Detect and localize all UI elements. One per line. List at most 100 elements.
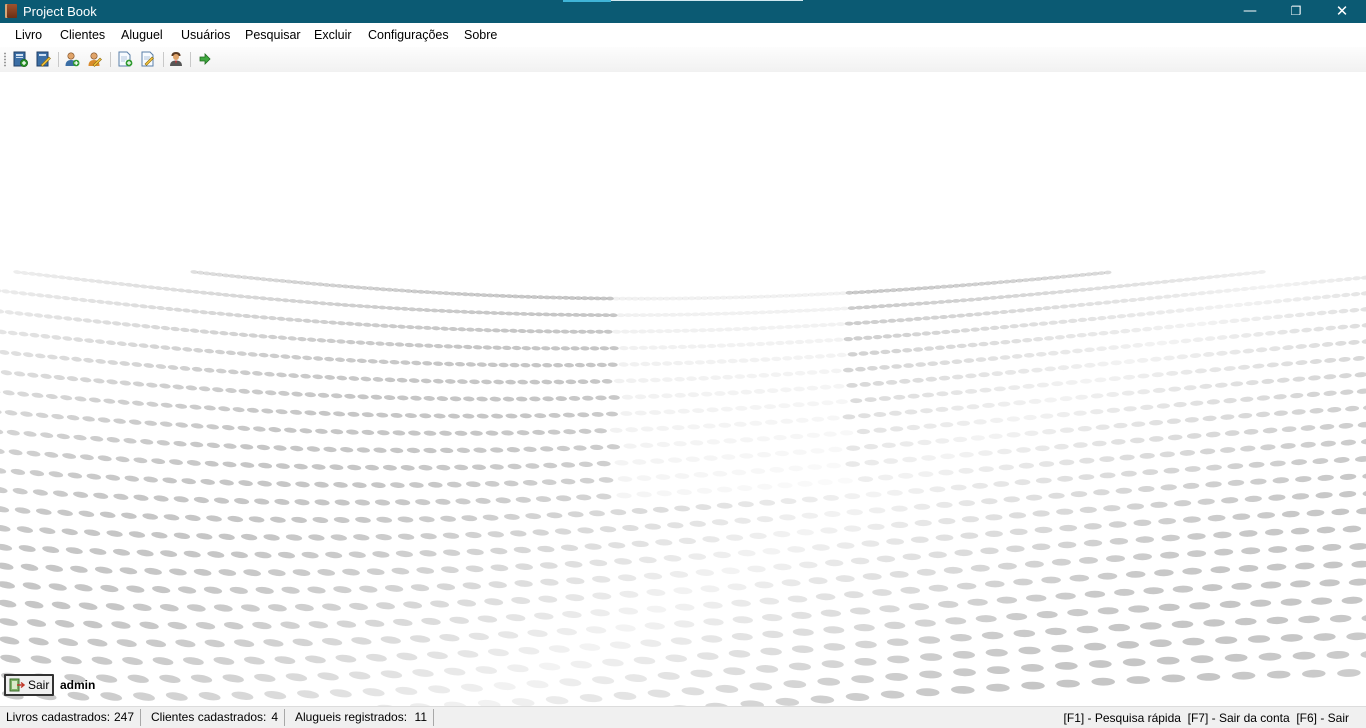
wave-dot xyxy=(810,695,835,704)
user-edit-icon[interactable] xyxy=(87,51,103,67)
menu-excluir[interactable]: Excluir xyxy=(314,28,352,42)
wave-dot xyxy=(47,354,58,360)
logout-button[interactable]: Sair xyxy=(4,674,54,696)
wave-dot xyxy=(856,428,870,435)
wave-dot xyxy=(74,396,87,402)
close-button[interactable]: ✕ xyxy=(1319,0,1365,23)
menu-configuracoes[interactable]: Configurações xyxy=(368,28,449,42)
admin-user-icon[interactable] xyxy=(168,51,184,67)
books-count-value: 247 xyxy=(113,710,134,724)
wave-dot xyxy=(365,653,387,662)
wave-dot xyxy=(133,692,155,701)
wave-dot xyxy=(14,507,31,514)
wave-dot xyxy=(577,527,594,534)
wave-dot xyxy=(1131,421,1146,427)
wave-dot xyxy=(1040,413,1054,419)
document-edit-icon[interactable] xyxy=(140,51,156,67)
menu-clientes[interactable]: Clientes xyxy=(60,28,105,42)
wave-dot xyxy=(1059,459,1075,466)
wave-dot xyxy=(80,377,92,383)
wave-dot xyxy=(564,362,574,368)
wave-dot xyxy=(457,650,479,658)
wave-dot xyxy=(160,325,171,331)
wave-dot xyxy=(117,399,130,405)
arrow-right-icon[interactable] xyxy=(197,51,213,67)
maximize-button[interactable]: ❐ xyxy=(1273,0,1319,23)
wave-dot xyxy=(1113,422,1128,429)
wave-dot xyxy=(756,516,774,523)
wave-dot xyxy=(1036,351,1047,357)
wave-dot xyxy=(252,621,272,630)
wave-dot xyxy=(222,674,244,683)
wave-dot xyxy=(100,692,123,701)
wave-dot xyxy=(577,329,587,334)
title-bar[interactable]: Project Book — ❐ ✕ xyxy=(0,0,1366,23)
wave-dot xyxy=(771,356,782,362)
wave-dot xyxy=(773,530,791,538)
wave-dot xyxy=(1101,285,1110,290)
wave-dot xyxy=(980,547,999,555)
wave-dot xyxy=(337,321,346,326)
wave-dot xyxy=(173,440,187,447)
wave-dot xyxy=(380,636,401,644)
wave-dot xyxy=(1140,404,1154,411)
wave-dot xyxy=(782,371,794,377)
wave-dot xyxy=(1266,670,1291,679)
wave-dot xyxy=(73,434,87,441)
wave-dot xyxy=(365,340,375,346)
wave-dot xyxy=(755,341,766,347)
wave-dot xyxy=(967,598,988,606)
wave-dot xyxy=(1102,300,1112,305)
wave-dot xyxy=(132,400,144,406)
wave-dot xyxy=(823,643,846,651)
wave-dot xyxy=(928,584,949,592)
wave-dot xyxy=(1339,373,1352,379)
wave-dot xyxy=(234,498,250,505)
wave-dot xyxy=(242,313,252,319)
wave-dot xyxy=(1212,274,1222,279)
document-add-icon[interactable] xyxy=(117,51,133,67)
wave-dot xyxy=(20,563,39,571)
wave-dot xyxy=(336,620,357,628)
user-add-icon[interactable] xyxy=(64,51,80,67)
wave-dot xyxy=(899,441,914,447)
wave-dot xyxy=(760,357,771,362)
wave-dot xyxy=(516,396,528,402)
menu-pesquisar[interactable]: Pesquisar xyxy=(245,28,301,42)
menu-usuarios[interactable]: Usuários xyxy=(181,28,230,42)
wave-dot xyxy=(1338,422,1354,429)
wave-dot xyxy=(1151,372,1164,378)
wave-dot xyxy=(66,376,79,382)
wave-dot xyxy=(276,481,291,488)
wave-dot xyxy=(981,296,991,301)
wave-dot xyxy=(1220,273,1229,278)
wave-dot xyxy=(794,370,806,376)
wave-dot xyxy=(1172,585,1194,593)
menu-aluguel[interactable]: Aluguel xyxy=(121,28,163,42)
wave-dot xyxy=(356,358,367,364)
wave-dot xyxy=(95,339,105,344)
wave-dot xyxy=(406,447,420,454)
menu-livro[interactable]: Livro xyxy=(15,28,42,42)
wave-dot xyxy=(0,562,14,570)
keyboard-shortcuts-hint: [F1] - Pesquisa rápida [F7] - Sair da co… xyxy=(1063,711,1349,725)
menu-sobre[interactable]: Sobre xyxy=(464,28,497,42)
wave-dot xyxy=(674,473,690,479)
book-edit-icon[interactable] xyxy=(35,51,51,67)
book-add-icon[interactable] xyxy=(12,51,28,67)
wave-dot xyxy=(845,693,870,701)
wave-dot xyxy=(280,354,291,359)
wave-dot xyxy=(1342,525,1362,533)
wave-dot xyxy=(53,374,65,381)
wave-dot xyxy=(608,395,620,400)
wave-dot xyxy=(403,601,423,609)
toolbar-grip[interactable] xyxy=(4,52,6,67)
wave-dot xyxy=(356,304,365,308)
wave-dot xyxy=(891,521,909,529)
wave-dot xyxy=(240,444,254,450)
wave-dot xyxy=(88,397,101,403)
wave-dot xyxy=(419,413,432,419)
minimize-button[interactable]: — xyxy=(1227,0,1273,23)
wave-dot xyxy=(95,674,118,683)
wave-dot xyxy=(330,534,347,541)
